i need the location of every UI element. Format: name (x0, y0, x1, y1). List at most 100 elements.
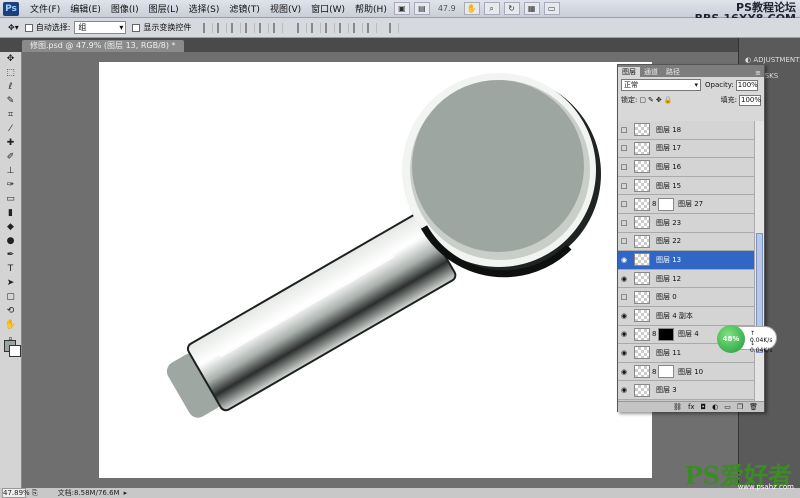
visibility-eye-icon[interactable]: ◉ (618, 312, 630, 320)
opacity-field[interactable]: 100% (735, 79, 758, 91)
layer-row[interactable]: □ 图层 16 (618, 158, 754, 177)
menu-image[interactable]: 图像(I) (106, 2, 144, 15)
menu-select[interactable]: 选择(S) (184, 2, 225, 15)
layer-mask-thumbnail[interactable] (658, 327, 674, 341)
layer-row[interactable]: □ 图层 17 (618, 139, 754, 159)
layer-row[interactable]: □ 图层 18 (618, 121, 754, 140)
add-mask-icon[interactable]: ◘ (701, 403, 707, 411)
fill-field[interactable]: 100% (739, 94, 761, 106)
lock-pixels-icon[interactable]: ✎ (648, 96, 654, 104)
align-right-icon[interactable] (273, 22, 284, 33)
3d-rotate-icon[interactable]: ⟲ (3, 305, 19, 318)
visibility-eye-icon[interactable]: □ (618, 144, 630, 152)
brush-icon[interactable]: ✐ (3, 151, 19, 164)
shape-icon[interactable]: ▢ (3, 291, 19, 304)
layer-mask-thumbnail[interactable] (658, 197, 674, 211)
hand-icon[interactable]: ✋ (463, 2, 480, 15)
marquee-icon[interactable]: ⬚ (3, 67, 19, 80)
delete-layer-icon[interactable]: 🗑 (749, 403, 758, 411)
screen-mode-icon[interactable]: ▭ (543, 2, 560, 15)
rotate-view-icon[interactable]: ↻ (503, 2, 520, 15)
eraser-icon[interactable]: ▭ (3, 193, 19, 206)
adjustment-layer-icon[interactable]: ◐ (712, 403, 718, 411)
hand-tool-icon[interactable]: ✋ (3, 319, 19, 332)
menu-file[interactable]: 文件(F) (25, 2, 65, 15)
layer-mask-thumbnail[interactable] (658, 365, 674, 379)
visibility-eye-icon[interactable]: □ (618, 219, 630, 227)
visibility-eye-icon[interactable]: □ (618, 163, 630, 171)
layer-row[interactable]: □ 8 图层 27 (618, 195, 754, 214)
blend-mode-dropdown[interactable]: 正常 (621, 79, 701, 91)
visibility-eye-icon[interactable]: ◉ (618, 275, 630, 283)
visibility-eye-icon[interactable]: ◉ (618, 330, 630, 338)
visibility-eye-icon[interactable]: □ (618, 200, 630, 208)
path-select-icon[interactable]: ➤ (3, 277, 19, 290)
move-icon[interactable]: ✥ (3, 53, 19, 66)
layer-row[interactable]: ◉ 图层 12 (618, 269, 754, 289)
healing-icon[interactable]: ✚ (3, 137, 19, 150)
tab-channels[interactable]: 通道 (640, 67, 662, 77)
zoom-icon[interactable]: ⌕ (483, 2, 500, 15)
view-extras-icon[interactable]: ▤ (413, 2, 430, 15)
menu-layer[interactable]: 图层(L) (144, 2, 184, 15)
lock-transparency-icon[interactable]: ▢ (639, 96, 646, 104)
visibility-eye-icon[interactable]: □ (618, 293, 630, 301)
layer-row[interactable]: □ 图层 23 (618, 213, 754, 233)
layer-row[interactable]: ◉ 图层 3 (618, 381, 754, 400)
eyedropper-icon[interactable]: ⁄ (3, 123, 19, 136)
align-bottom-icon[interactable] (231, 22, 242, 33)
crop-icon[interactable]: ⌗ (3, 109, 19, 122)
distribute-bottom-icon[interactable] (325, 22, 336, 33)
distribute-hcenter-icon[interactable] (353, 22, 364, 33)
visibility-eye-icon[interactable]: ◉ (618, 256, 630, 264)
distribute-left-icon[interactable] (339, 22, 350, 33)
link-layers-icon[interactable]: ⛓ (673, 403, 682, 411)
zoom-level[interactable]: 47.9 (432, 4, 462, 13)
tab-layers[interactable]: 图层 (618, 67, 640, 77)
menu-filter[interactable]: 滤镜(T) (224, 2, 265, 15)
layer-row[interactable]: ◉ 图层 4 副本 (618, 306, 754, 326)
menu-window[interactable]: 窗口(W) (306, 2, 350, 15)
bridge-icon[interactable]: ▣ (393, 2, 410, 15)
visibility-eye-icon[interactable]: ◉ (618, 386, 630, 394)
layer-row[interactable]: □ 图层 15 (618, 176, 754, 196)
align-left-icon[interactable] (245, 22, 256, 33)
status-arrow-icon[interactable]: ▸ (124, 489, 128, 497)
menu-view[interactable]: 视图(V) (265, 2, 306, 15)
visibility-eye-icon[interactable]: □ (618, 237, 630, 245)
distribute-top-icon[interactable] (297, 22, 308, 33)
layer-style-icon[interactable]: fx (688, 403, 695, 411)
menu-edit[interactable]: 编辑(E) (65, 2, 106, 15)
auto-select-checkbox[interactable] (24, 23, 33, 32)
visibility-eye-icon[interactable]: ◉ (618, 368, 630, 376)
align-vcenter-icon[interactable] (217, 22, 228, 33)
arrange-documents-icon[interactable]: ▦ (523, 2, 540, 15)
lock-all-icon[interactable]: 🔒 (664, 96, 673, 104)
gradient-icon[interactable]: ▮ (3, 207, 19, 220)
distribute-vcenter-icon[interactable] (311, 22, 322, 33)
dodge-icon[interactable]: ● (3, 235, 19, 248)
auto-align-icon[interactable] (389, 22, 400, 33)
layer-row[interactable]: ◉ 8 图层 10 (618, 362, 754, 382)
document-tab[interactable]: 修图.psd @ 47.9% (图层 13, RGB/8) * (22, 40, 184, 52)
layer-row[interactable]: □ 图层 22 (618, 232, 754, 252)
document-canvas[interactable] (99, 62, 652, 478)
lock-position-icon[interactable]: ✥ (656, 96, 662, 104)
clone-stamp-icon[interactable]: ⊥ (3, 165, 19, 178)
layer-row[interactable]: ◉ 图层 13 (618, 251, 754, 270)
layers-scrollbar[interactable] (754, 121, 764, 401)
move-tool-icon[interactable]: ✥▾ (8, 23, 19, 32)
status-zoom[interactable]: 47.89% (2, 488, 30, 498)
pen-icon[interactable]: ✒ (3, 249, 19, 262)
status-preview-icon[interactable]: ⎘ (32, 489, 38, 498)
visibility-eye-icon[interactable]: □ (618, 126, 630, 134)
tab-paths[interactable]: 路径 (662, 67, 684, 77)
blur-icon[interactable]: ◆ (3, 221, 19, 234)
auto-select-dropdown[interactable]: 组 (74, 21, 127, 34)
panel-menu-icon[interactable]: ≡ (755, 69, 764, 77)
background-color-swatch[interactable] (9, 345, 21, 357)
show-transform-checkbox[interactable] (132, 23, 141, 32)
distribute-right-icon[interactable] (367, 22, 378, 33)
layer-row[interactable]: □ 图层 0 (618, 288, 754, 307)
visibility-eye-icon[interactable]: ◉ (618, 349, 630, 357)
